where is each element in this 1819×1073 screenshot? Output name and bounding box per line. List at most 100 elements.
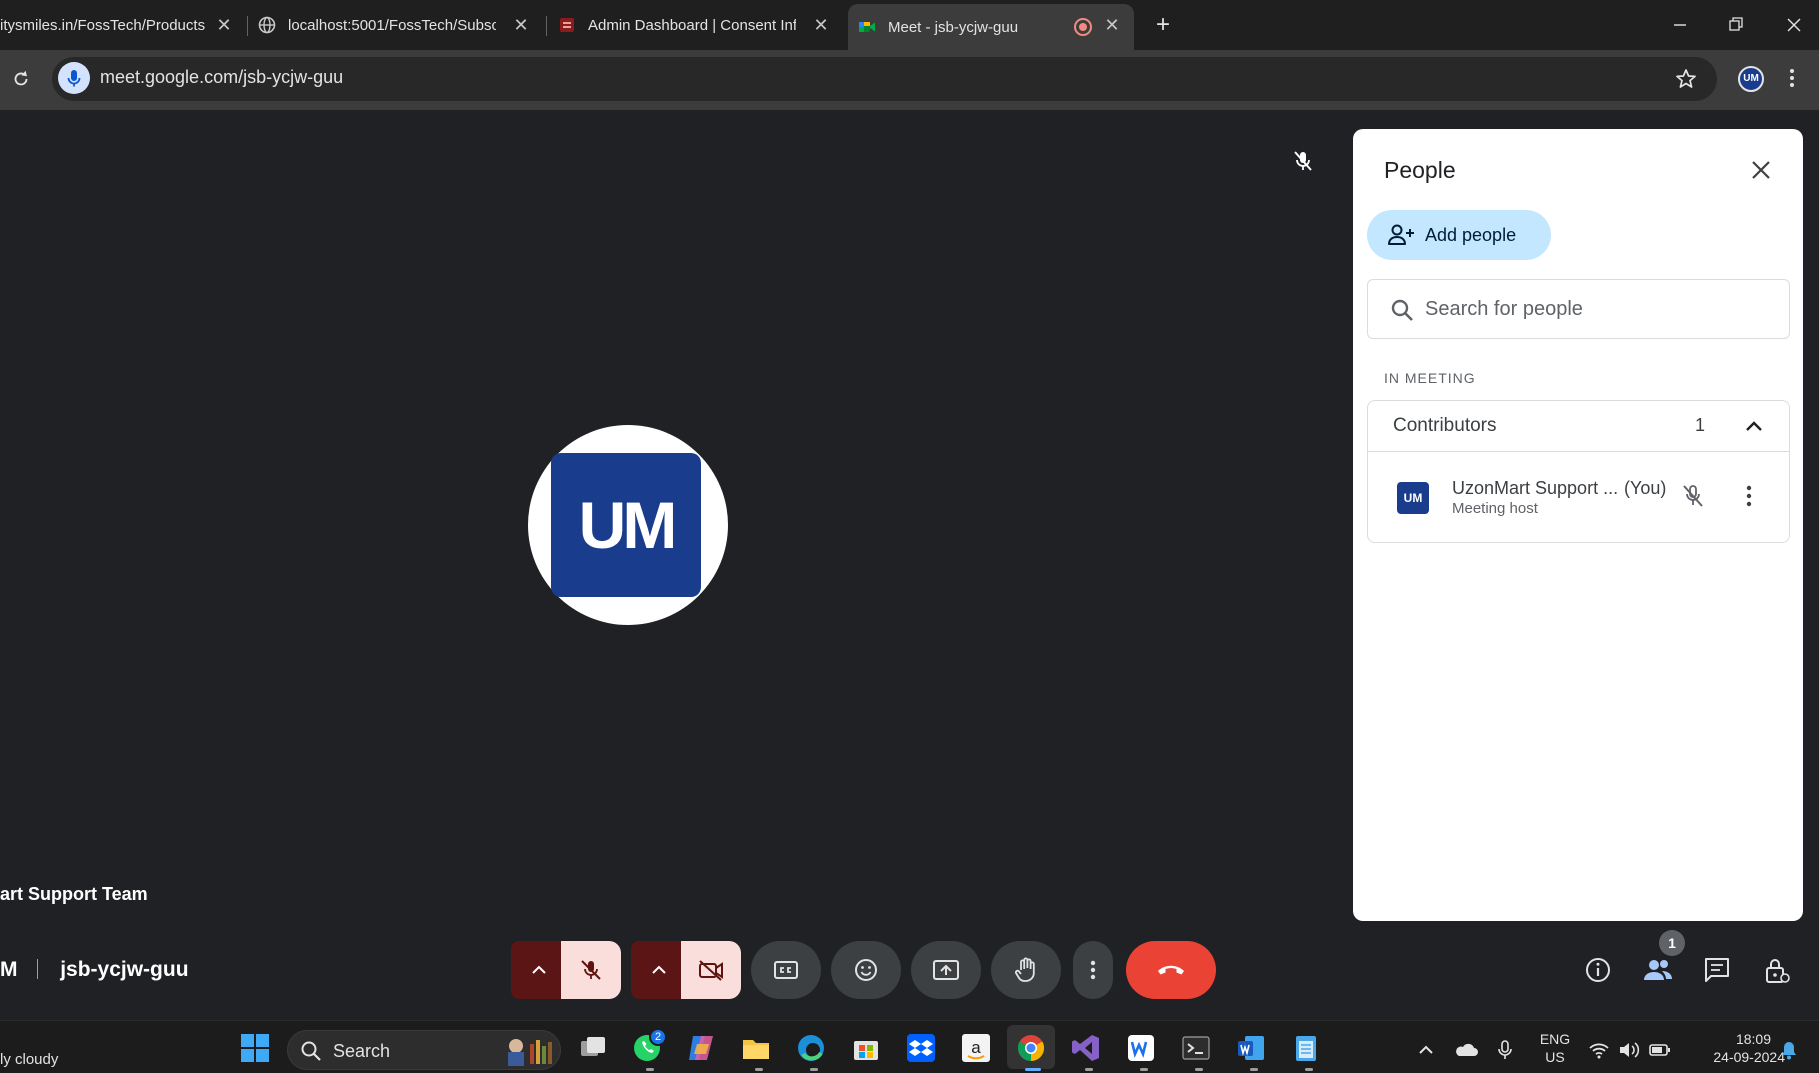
- participant-avatar: UM: [1397, 482, 1429, 514]
- profile-avatar[interactable]: UM: [1738, 66, 1764, 92]
- add-people-button[interactable]: Add people: [1367, 210, 1551, 260]
- dropbox-icon[interactable]: [905, 1032, 937, 1064]
- divider: [37, 959, 39, 979]
- search-icon: [1391, 299, 1413, 321]
- language-code: ENG: [1539, 1031, 1571, 1047]
- task-view-icon[interactable]: [577, 1032, 609, 1064]
- edge-browser-icon[interactable]: [795, 1032, 827, 1064]
- notepad-icon[interactable]: [1290, 1032, 1322, 1064]
- input-language[interactable]: ENG US: [1537, 1031, 1573, 1065]
- meeting-code: jsb-ycjw-guu: [60, 958, 189, 981]
- running-indicator: [1250, 1068, 1258, 1071]
- show-hidden-icons-chevron-icon[interactable]: [1415, 1040, 1437, 1060]
- restore-icon[interactable]: [1723, 12, 1749, 38]
- add-people-label: Add people: [1425, 224, 1517, 245]
- hang-up-icon: [1158, 965, 1184, 975]
- host-controls-icon[interactable]: [1763, 956, 1791, 986]
- video-options-button[interactable]: [631, 941, 687, 999]
- search-people-input[interactable]: [1425, 294, 1765, 324]
- tab-close-icon[interactable]: ✕: [214, 15, 234, 35]
- clock-date: 24-09-2024: [1713, 1049, 1785, 1065]
- running-indicator: [1305, 1068, 1313, 1071]
- close-panel-icon[interactable]: [1748, 157, 1774, 183]
- onedrive-icon[interactable]: [1452, 1040, 1478, 1060]
- chat-icon[interactable]: [1703, 956, 1731, 984]
- search-icon: [301, 1041, 321, 1061]
- writer-app-icon[interactable]: [1125, 1032, 1157, 1064]
- google-meet-icon: [859, 22, 875, 32]
- running-indicator: [1085, 1068, 1093, 1071]
- new-tab-button[interactable]: +: [1150, 12, 1176, 38]
- tab-separator: [247, 16, 248, 36]
- captions-button[interactable]: [751, 941, 821, 999]
- section-label: IN MEETING: [1384, 370, 1476, 386]
- camera-toggle-button[interactable]: [681, 941, 741, 999]
- close-window-icon[interactable]: [1781, 12, 1807, 38]
- chevron-up-icon: [652, 965, 666, 974]
- amazon-icon[interactable]: a: [960, 1032, 992, 1064]
- microphone-in-use-icon[interactable]: [1495, 1038, 1515, 1062]
- leave-call-button[interactable]: [1126, 941, 1216, 999]
- tab-subscription[interactable]: localhost:5001/FossTech/Subscri ✕: [258, 0, 543, 50]
- contributors-count: 1: [1695, 415, 1706, 435]
- tab-title: localhost:5001/FossTech/Subscri: [288, 16, 496, 34]
- url-text[interactable]: meet.google.com/jsb-ycjw-guu: [100, 67, 343, 88]
- more-options-button[interactable]: [1073, 941, 1113, 999]
- participant-you-label: (You): [1624, 478, 1667, 498]
- windows-start-icon[interactable]: [239, 1032, 271, 1064]
- word-icon[interactable]: [1235, 1032, 1267, 1064]
- mic-permission-chip[interactable]: [58, 62, 90, 94]
- tile-mic-off-icon: [1294, 151, 1312, 171]
- bookmark-star-icon[interactable]: [1674, 67, 1698, 91]
- mic-off-icon: [581, 960, 601, 980]
- running-indicator: [1025, 1068, 1041, 1071]
- captions-icon: [774, 961, 798, 979]
- tab-title: Admin Dashboard | Consent Inf: [588, 16, 796, 34]
- reload-icon[interactable]: [10, 68, 32, 90]
- participant-more-icon[interactable]: [1744, 483, 1754, 509]
- browser-menu-icon[interactable]: [1786, 66, 1798, 90]
- recording-indicator-icon: [1074, 18, 1092, 36]
- visual-studio-icon[interactable]: [1070, 1032, 1102, 1064]
- tab-meet[interactable]: Meet - jsb-ycjw-guu ✕: [848, 4, 1134, 50]
- audio-options-button[interactable]: [511, 941, 567, 999]
- raise-hand-button[interactable]: [991, 941, 1061, 999]
- tab-title: itysmiles.in/FossTech/Products: [0, 16, 205, 34]
- participant-name-label: art Support Team: [0, 884, 148, 904]
- notification-bell-icon[interactable]: [1778, 1038, 1800, 1062]
- volume-icon[interactable]: [1618, 1040, 1640, 1060]
- wifi-icon[interactable]: [1588, 1040, 1610, 1060]
- mic-toggle-button[interactable]: [561, 941, 621, 999]
- keyboard-layout: US: [1545, 1049, 1565, 1065]
- meeting-info-icon[interactable]: [1584, 956, 1612, 984]
- weather-widget[interactable]: ly cloudy: [0, 1051, 58, 1068]
- minimize-icon[interactable]: [1667, 12, 1693, 38]
- tab-close-icon[interactable]: ✕: [811, 15, 831, 35]
- tab-close-icon[interactable]: ✕: [1102, 15, 1122, 35]
- meeting-details: M jsb-ycjw-guu: [0, 958, 189, 982]
- camera-off-icon: [699, 960, 723, 981]
- tab-title: Meet - jsb-ycjw-guu: [888, 18, 1019, 36]
- running-indicator: [755, 1068, 763, 1071]
- participant-name: UzonMart Support ...: [1452, 478, 1619, 498]
- taskbar-search-label: Search: [333, 1041, 391, 1061]
- terminal-icon[interactable]: [1180, 1032, 1212, 1064]
- reactions-button[interactable]: [831, 941, 901, 999]
- people-icon[interactable]: [1642, 956, 1674, 984]
- tab-admin-dashboard[interactable]: Admin Dashboard | Consent Inf ✕: [558, 0, 843, 50]
- panel-title: People: [1384, 157, 1456, 183]
- tab-separator: [546, 16, 547, 36]
- tab-products[interactable]: itysmiles.in/FossTech/Products ✕: [0, 0, 246, 50]
- present-screen-button[interactable]: [911, 941, 981, 999]
- chevron-up-icon[interactable]: [1743, 415, 1765, 437]
- clock[interactable]: 18:09 24-09-2024: [1685, 1031, 1785, 1065]
- tab-close-icon[interactable]: ✕: [511, 15, 531, 35]
- participant-mic-off-icon[interactable]: [1680, 483, 1706, 509]
- chrome-icon[interactable]: [1015, 1032, 1047, 1064]
- microsoft-store-icon[interactable]: [850, 1032, 882, 1064]
- battery-icon[interactable]: [1648, 1041, 1672, 1059]
- contributors-label[interactable]: Contributors: [1393, 415, 1497, 437]
- copilot-icon[interactable]: [685, 1032, 717, 1064]
- file-explorer-icon[interactable]: [740, 1032, 772, 1064]
- globe-icon: [258, 16, 276, 34]
